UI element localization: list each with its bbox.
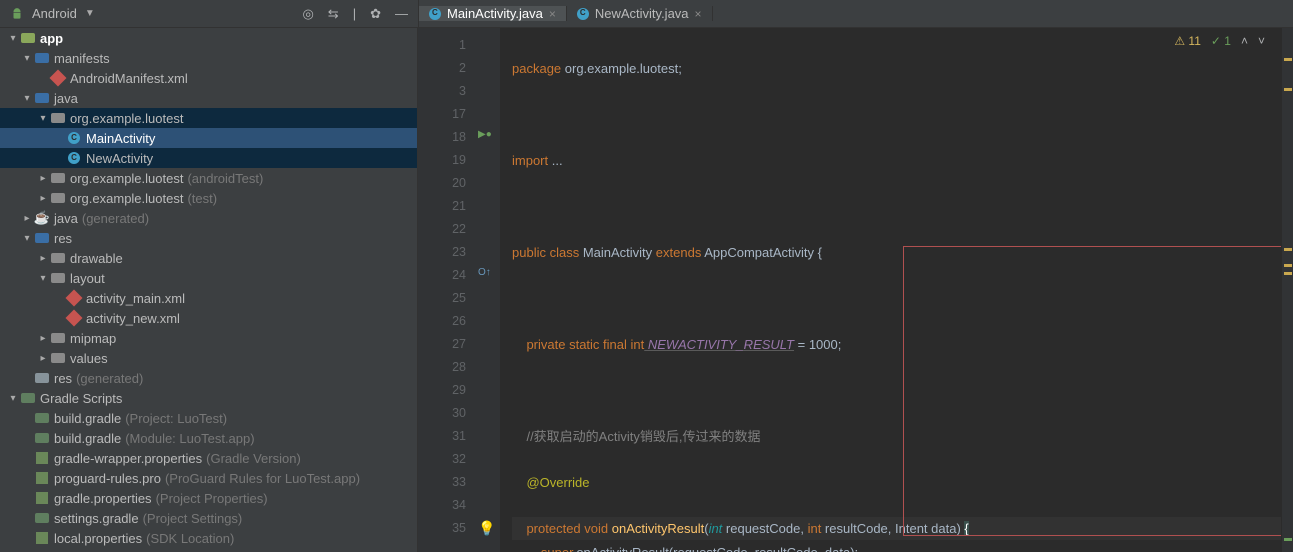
prev-issue-icon[interactable]: ˄ <box>1241 34 1248 48</box>
tree-build-gradle1[interactable]: build.gradle <box>54 411 121 426</box>
project-tree[interactable]: ▾app ▾manifests AndroidManifest.xml ▾jav… <box>0 28 418 552</box>
hide-icon[interactable]: — <box>395 6 408 22</box>
weak-indicator[interactable]: ✓ 1 <box>1211 34 1231 48</box>
tree-layout[interactable]: layout <box>70 271 105 286</box>
marker-strip[interactable] <box>1281 28 1293 552</box>
tree-build-gradle2[interactable]: build.gradle <box>54 431 121 446</box>
tree-values[interactable]: values <box>70 351 108 366</box>
code-area[interactable]: package org.example.luotest; import ... … <box>500 28 1281 552</box>
chevron-down-icon: ▼ <box>85 8 95 19</box>
override-icon[interactable]: O↑ <box>478 267 491 278</box>
tree-main-activity[interactable]: MainActivity <box>86 131 155 146</box>
project-mode-label: Android <box>32 6 77 21</box>
tree-res-gen[interactable]: res <box>54 371 72 386</box>
close-icon[interactable]: × <box>695 7 702 21</box>
warning-indicator[interactable]: ⚠ 11 <box>1174 34 1201 48</box>
android-icon <box>10 7 24 21</box>
tree-drawable[interactable]: drawable <box>70 251 123 266</box>
gear-icon[interactable]: ✿ <box>370 6 381 22</box>
tree-res[interactable]: res <box>54 231 72 246</box>
editor-tabs: MainActivity.java × NewActivity.java × <box>419 6 713 21</box>
intention-bulb-icon[interactable]: 💡 <box>478 517 495 540</box>
tab-new-activity[interactable]: NewActivity.java × <box>567 6 713 21</box>
expand-icon[interactable]: ▾ <box>6 33 20 44</box>
topbar: Android ▼ ◎ ⇆ | ✿ — MainActivity.java × … <box>0 0 1293 28</box>
tree-java[interactable]: java <box>54 91 78 106</box>
inspection-widget[interactable]: ⚠ 11 ✓ 1 ˄ ˅ <box>1174 34 1265 48</box>
tree-gradle-wrapper[interactable]: gradle-wrapper.properties <box>54 451 202 466</box>
tab-main-activity[interactable]: MainActivity.java × <box>419 6 567 21</box>
divider: | <box>353 6 356 22</box>
tree-app[interactable]: app <box>40 31 63 46</box>
tree-layout-main[interactable]: activity_main.xml <box>86 291 185 306</box>
tree-java-gen[interactable]: java <box>54 211 78 226</box>
line-gutter: 1231718192021222324252627282930313233343… <box>418 28 474 552</box>
tree-manifest-xml[interactable]: AndroidManifest.xml <box>70 71 188 86</box>
tree-pkg-main[interactable]: org.example.luotest <box>70 111 183 126</box>
tree-pkg-test[interactable]: org.example.luotest <box>70 191 183 206</box>
tree-local-prop[interactable]: local.properties <box>54 531 142 546</box>
tree-manifests[interactable]: manifests <box>54 51 110 66</box>
tree-gradle-prop[interactable]: gradle.properties <box>54 491 152 506</box>
collapse-icon[interactable]: ⇆ <box>328 6 339 22</box>
tree-mipmap[interactable]: mipmap <box>70 331 116 346</box>
tree-proguard[interactable]: proguard-rules.pro <box>54 471 161 486</box>
tree-settings-gradle[interactable]: settings.gradle <box>54 511 139 526</box>
project-selector[interactable]: Android ▼ ◎ ⇆ | ✿ — <box>0 6 418 22</box>
run-gutter-icon[interactable]: ▶● <box>478 129 492 140</box>
tab-label: NewActivity.java <box>595 6 689 21</box>
target-icon[interactable]: ◎ <box>302 6 313 22</box>
next-issue-icon[interactable]: ˅ <box>1258 34 1265 48</box>
gutter-icons: ▶● O↑ <box>474 28 500 552</box>
close-icon[interactable]: × <box>549 7 556 21</box>
tab-label: MainActivity.java <box>447 6 543 21</box>
class-icon <box>577 8 589 20</box>
editor[interactable]: 1231718192021222324252627282930313233343… <box>418 28 1293 552</box>
tree-new-activity[interactable]: NewActivity <box>86 151 153 166</box>
class-icon <box>429 8 441 20</box>
tree-pkg-atest[interactable]: org.example.luotest <box>70 171 183 186</box>
tree-layout-new[interactable]: activity_new.xml <box>86 311 180 326</box>
tree-gradle-scripts[interactable]: Gradle Scripts <box>40 391 122 406</box>
